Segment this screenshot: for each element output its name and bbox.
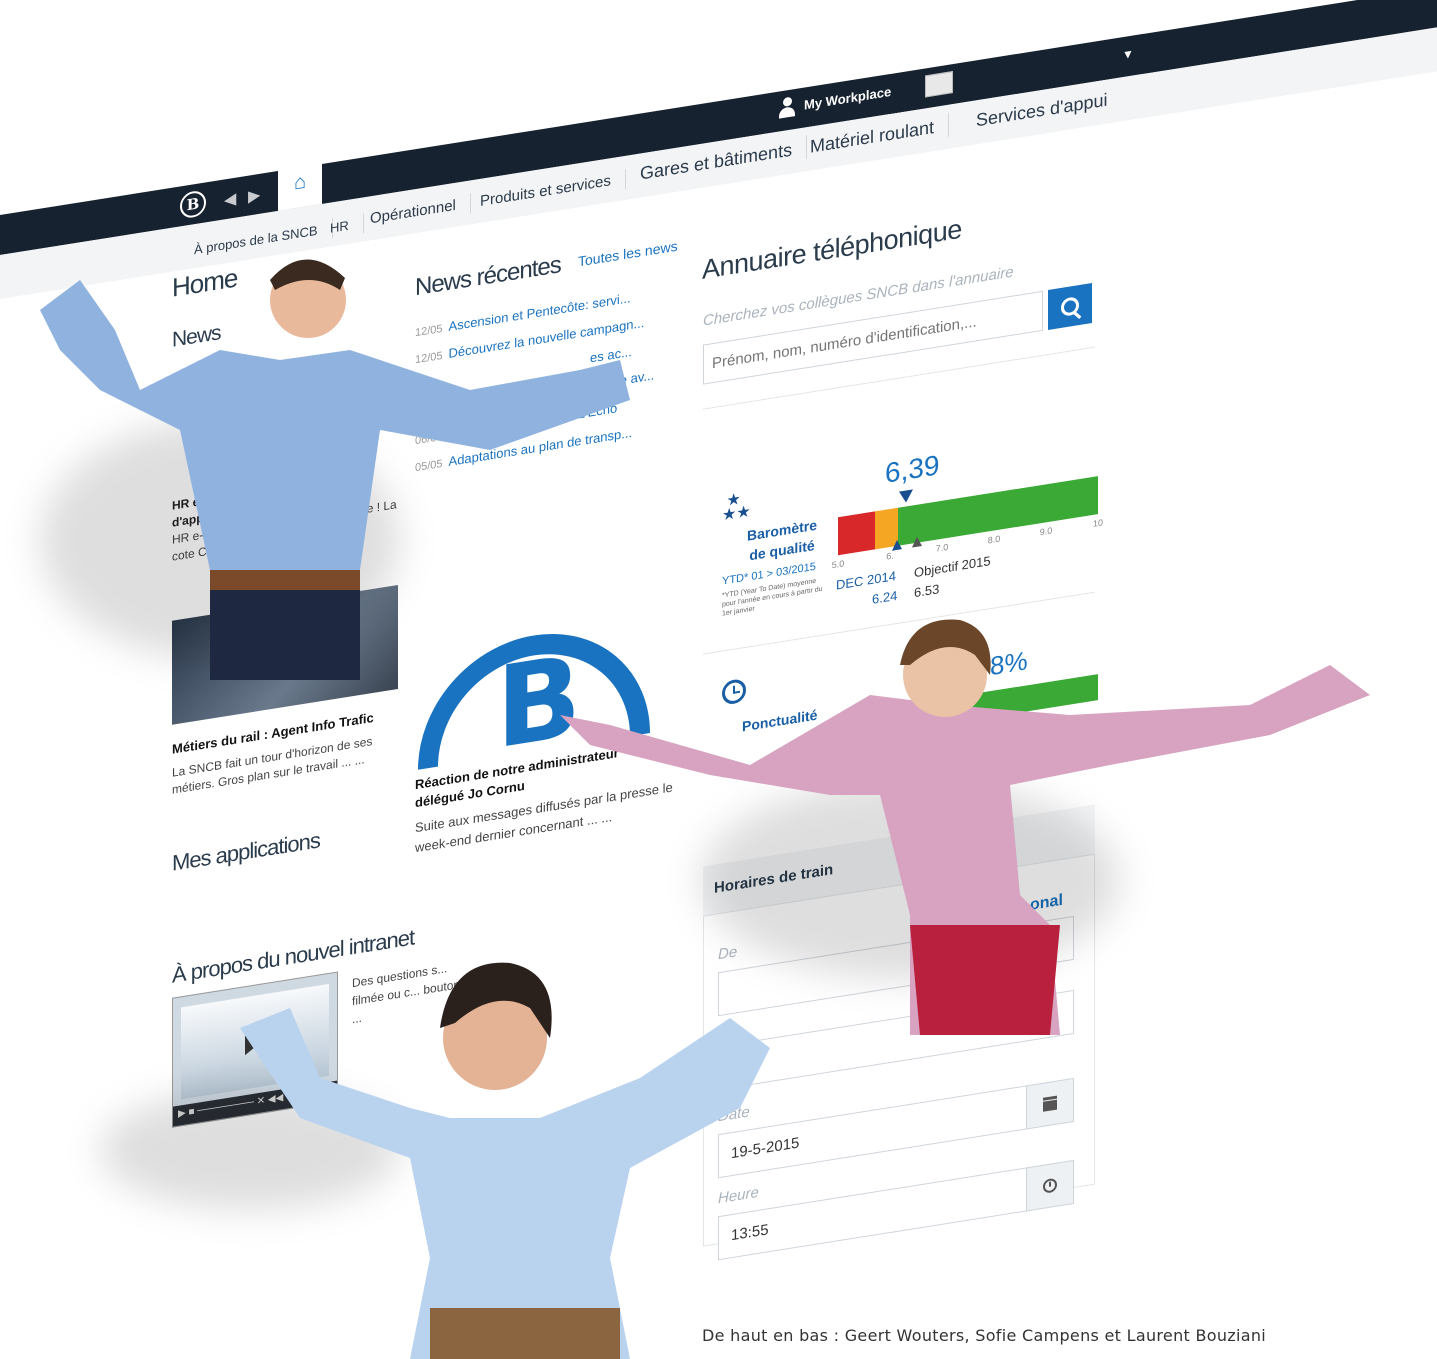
calendar-button[interactable] bbox=[1026, 1077, 1074, 1130]
forward-arrow-icon[interactable]: ▶ bbox=[248, 185, 260, 207]
gauge-tick-label: 5.0 bbox=[831, 558, 845, 571]
calendar-icon bbox=[1043, 1095, 1057, 1112]
back-arrow-icon[interactable]: ◀ bbox=[224, 189, 236, 211]
person-laurent-bouziani bbox=[240, 962, 770, 1359]
apps-heading: Mes applications bbox=[172, 827, 320, 876]
stars-icon: ★ ★★ bbox=[722, 490, 751, 525]
objective-marker bbox=[912, 535, 922, 548]
apps-icon[interactable] bbox=[925, 71, 953, 98]
search-icon bbox=[1061, 296, 1079, 317]
time-button[interactable] bbox=[1026, 1159, 1074, 1212]
gauge-tick-label: 6. bbox=[886, 550, 894, 562]
gauge-tick-label: 10 bbox=[1092, 517, 1104, 529]
gauge-tick-label: 8.0 bbox=[987, 533, 1001, 546]
user-icon bbox=[778, 96, 796, 119]
dec-2014-marker bbox=[892, 539, 902, 551]
top-bar bbox=[0, 0, 1437, 256]
clock-icon bbox=[1043, 1177, 1057, 1194]
directory-heading: Annuaire téléphonique bbox=[702, 213, 962, 285]
search-button[interactable] bbox=[1048, 283, 1092, 331]
gauge-pointer bbox=[899, 489, 913, 504]
gauge-tick-label: 7.0 bbox=[935, 541, 949, 554]
barometer-score: 6,39 bbox=[885, 449, 940, 489]
photo-composition: B ◀ ▶ ⌂ My Workplace ▼ À propos de la SN… bbox=[0, 0, 1437, 1359]
gauge-tick-label: 9.0 bbox=[1039, 525, 1053, 538]
chevron-down-icon[interactable]: ▼ bbox=[1122, 46, 1134, 62]
photo-caption: De haut en bas : Geert Wouters, Sofie Ca… bbox=[702, 1326, 1267, 1345]
gauge-segment-red bbox=[838, 511, 876, 556]
home-icon[interactable]: ⌂ bbox=[278, 154, 322, 211]
